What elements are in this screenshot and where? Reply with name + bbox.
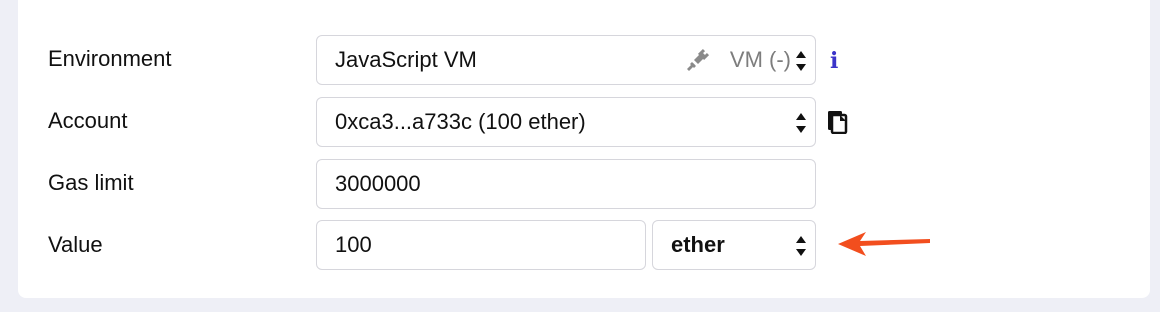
value-unit: ether	[671, 232, 725, 257]
value-unit-select[interactable]: ether	[652, 220, 816, 270]
value-amount-input[interactable]: 100	[316, 220, 646, 270]
value-amount: 100	[335, 232, 372, 257]
info-icon[interactable]: i	[830, 50, 838, 72]
account-label: Account	[48, 108, 128, 133]
account-select-value: 0xca3...a733c (100 ether)	[335, 109, 586, 134]
gas-limit-value: 3000000	[335, 171, 421, 196]
chevron-updown-icon	[795, 50, 807, 72]
gas-limit-input[interactable]: 3000000	[316, 159, 816, 209]
account-select[interactable]: 0xca3...a733c (100 ether)	[316, 97, 816, 147]
gas-limit-label: Gas limit	[48, 170, 134, 195]
environment-select-value: JavaScript VM	[335, 47, 477, 72]
chevron-updown-icon	[795, 112, 807, 134]
environment-vm-note: VM (-)	[729, 47, 791, 72]
environment-select[interactable]: JavaScript VM VM (-)	[316, 35, 816, 85]
chevron-updown-icon	[795, 235, 807, 257]
clipboard-icon[interactable]	[826, 110, 850, 139]
plug-icon	[685, 47, 711, 73]
environment-label: Environment	[48, 46, 172, 71]
value-label: Value	[48, 232, 103, 257]
arrow-left-icon	[836, 230, 932, 263]
